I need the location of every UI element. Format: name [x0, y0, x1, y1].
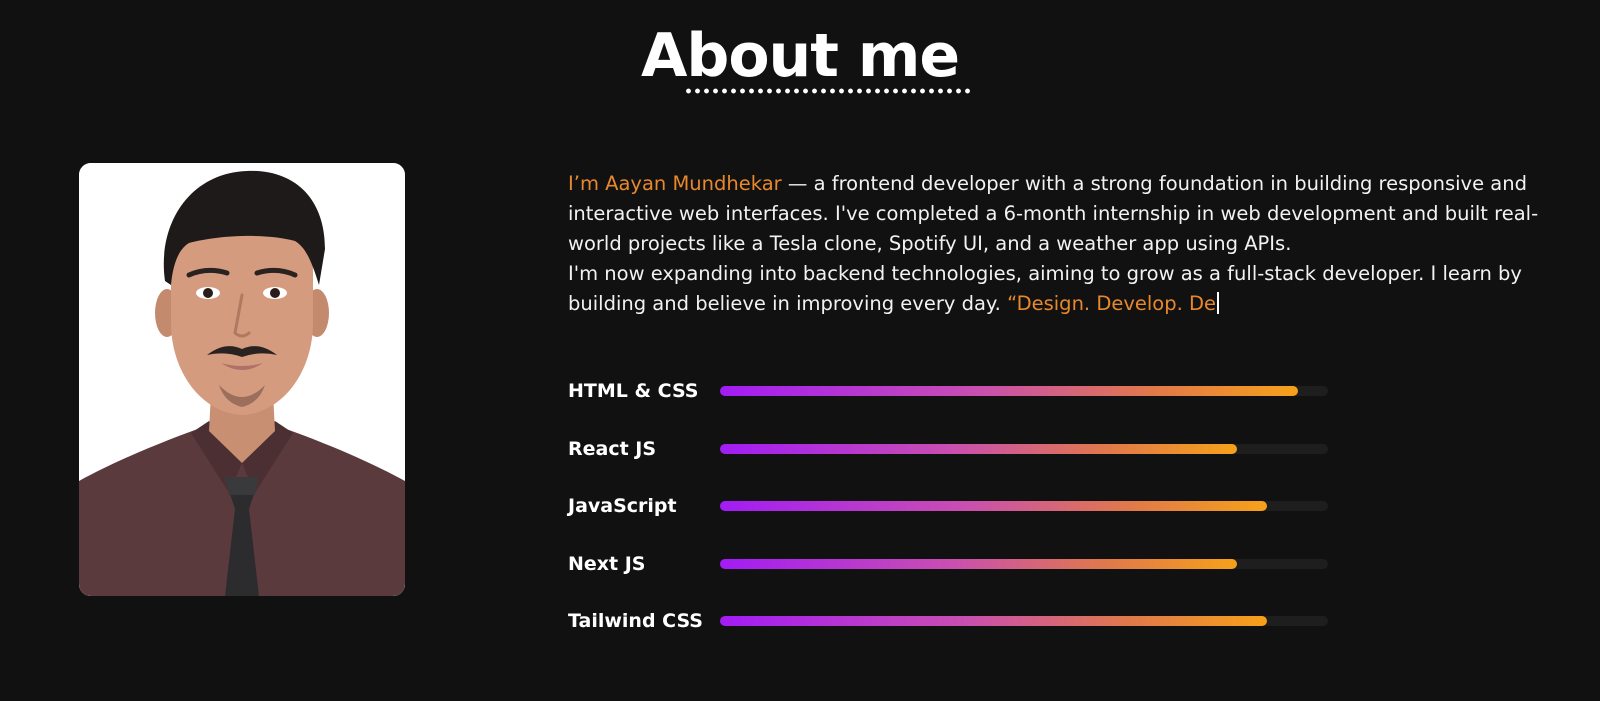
- section-title: About me: [640, 21, 960, 91]
- skill-row: JavaScript: [568, 489, 1328, 547]
- skill-bar-fill: [720, 616, 1268, 626]
- skill-label: React JS: [568, 437, 657, 460]
- skill-row: HTML & CSS: [568, 374, 1328, 432]
- typing-quote: “Design. Develop. De: [1007, 292, 1217, 315]
- skill-label: HTML & CSS: [568, 380, 699, 402]
- profile-photo: [79, 163, 405, 596]
- skill-bar-track: [720, 501, 1328, 511]
- typing-caret: [1217, 292, 1220, 314]
- skill-bar-fill: [720, 386, 1298, 396]
- skill-bar-fill: [720, 443, 1237, 454]
- skill-bar-track: [720, 443, 1328, 454]
- skills-list: HTML & CSS React JS JavaScript Next JS T…: [568, 374, 1328, 662]
- bio-name-intro: I’m Aayan Mundhekar: [568, 172, 782, 195]
- skill-bar-track: [720, 558, 1328, 569]
- skill-bar-fill: [720, 501, 1268, 511]
- portrait-illustration: [79, 163, 405, 596]
- skill-bar-track: [720, 386, 1328, 396]
- bio-paragraph: I’m Aayan Mundhekar — a frontend develop…: [568, 169, 1578, 319]
- bio-paragraph-2: I'm now expanding into backend technolog…: [568, 259, 1578, 319]
- skill-label: JavaScript: [568, 495, 677, 517]
- title-dotted-underline: [684, 88, 974, 94]
- skill-bar-track: [720, 616, 1328, 626]
- skill-row: Next JS: [568, 547, 1328, 605]
- skill-row: Tailwind CSS: [568, 604, 1328, 662]
- skill-row: React JS: [568, 432, 1328, 490]
- skill-bar-fill: [720, 558, 1237, 569]
- skill-label: Tailwind CSS: [568, 610, 703, 632]
- bio-paragraph-1: I’m Aayan Mundhekar — a frontend develop…: [568, 169, 1578, 259]
- skill-label: Next JS: [568, 552, 646, 575]
